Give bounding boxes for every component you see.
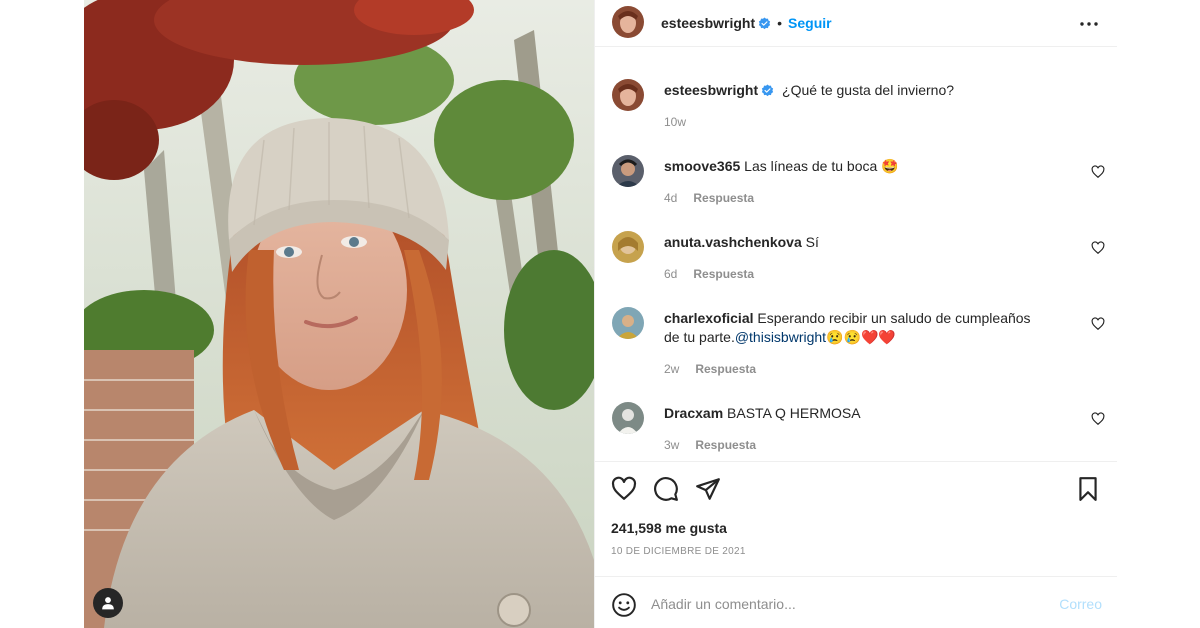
post-photo[interactable] <box>84 0 594 628</box>
caption-avatar[interactable] <box>612 79 644 111</box>
bookmark-icon[interactable] <box>1075 476 1101 502</box>
comment-like-heart-icon[interactable] <box>1091 165 1105 179</box>
comment-meta: 2w Respuesta <box>664 362 756 376</box>
verified-badge-icon <box>762 84 774 97</box>
comment-row: anuta.vashchenkova Sí 6d Respuesta <box>595 229 1117 289</box>
comments-list[interactable]: esteesbwright ¿Qué te gusta del invierno… <box>595 47 1117 461</box>
verified-badge-icon <box>759 17 771 29</box>
post-date: 10 DE DICIEMBRE DE 2021 <box>611 546 746 557</box>
post-image <box>84 0 594 628</box>
comment-mention[interactable]: @thisisbwright <box>735 329 826 345</box>
comment-like-heart-icon[interactable] <box>1091 241 1105 255</box>
reply-button[interactable]: Respuesta <box>693 267 754 281</box>
commenter-avatar[interactable] <box>612 231 644 263</box>
header-author: esteesbwright • Seguir <box>661 13 832 33</box>
comment-text: smoove365 Las líneas de tu boca 🤩 <box>664 157 1064 176</box>
reply-button[interactable]: Respuesta <box>693 191 754 205</box>
commenter-avatar[interactable] <box>612 155 644 187</box>
post-header: esteesbwright • Seguir <box>595 0 1117 47</box>
more-horizontal-icon <box>1080 22 1098 26</box>
comment-time: 4d <box>664 191 678 205</box>
comment-text: Dracxam BASTA Q HERMOSA <box>664 404 1064 423</box>
comment-time: 2w <box>664 362 680 376</box>
comment-time: 6d <box>664 267 678 281</box>
comment-meta: 4d Respuesta <box>664 191 754 205</box>
comment-bubble-icon[interactable] <box>653 476 679 502</box>
header-separator: • <box>777 15 783 31</box>
comment-row: smoove365 Las líneas de tu boca 🤩 4d Resp… <box>595 153 1117 213</box>
caption-time: 10w <box>664 115 687 129</box>
comment-body: BASTA Q HERMOSA <box>723 405 861 421</box>
comment-row: charlexoficial Esperando recibir un salu… <box>595 305 1117 385</box>
reply-button[interactable]: Respuesta <box>695 438 756 452</box>
comment-row: Dracxam BASTA Q HERMOSA 3w Respuesta <box>595 400 1117 460</box>
more-options-button[interactable] <box>1077 12 1101 36</box>
comment-text: charlexoficial Esperando recibir un salu… <box>664 309 1050 347</box>
comment-like-heart-icon[interactable] <box>1091 412 1105 426</box>
comment-body: Las líneas de tu boca 🤩 <box>740 158 899 174</box>
post-panel: esteesbwright • Seguir esteesbwright ¿Qu… <box>594 0 1117 628</box>
commenter-avatar[interactable] <box>612 402 644 434</box>
caption-meta: 10w <box>664 115 686 129</box>
paper-plane-icon[interactable] <box>695 476 721 502</box>
follow-button[interactable]: Seguir <box>788 15 832 31</box>
user-tag-button[interactable] <box>93 588 123 618</box>
heart-icon[interactable] <box>611 476 637 502</box>
add-comment-bar: Correo <box>595 578 1117 628</box>
post-comment-button[interactable]: Correo <box>1059 596 1102 612</box>
comment-input[interactable] <box>651 592 1041 616</box>
user-tag-icon <box>102 597 114 610</box>
caption-text: esteesbwright ¿Qué te gusta del invierno… <box>664 81 1064 100</box>
comment-username[interactable]: smoove365 <box>664 158 740 174</box>
likes-count[interactable]: 241,598 me gusta <box>611 520 727 536</box>
caption-row: esteesbwright ¿Qué te gusta del invierno… <box>595 77 1117 137</box>
post-actions: 241,598 me gusta 10 DE DICIEMBRE DE 2021 <box>595 461 1117 577</box>
comment-username[interactable]: Dracxam <box>664 405 723 421</box>
caption-body: ¿Qué te gusta del invierno? <box>782 82 955 98</box>
comment-meta: 3w Respuesta <box>664 438 756 452</box>
reply-button[interactable]: Respuesta <box>695 362 756 376</box>
commenter-avatar[interactable] <box>612 307 644 339</box>
author-username[interactable]: esteesbwright <box>661 15 755 31</box>
caption-username[interactable]: esteesbwright <box>664 82 758 98</box>
comment-username[interactable]: charlexoficial <box>664 310 754 326</box>
comment-username[interactable]: anuta.vashchenkova <box>664 234 802 250</box>
comment-time: 3w <box>664 438 680 452</box>
comment-emoji: 😢😢❤️❤️ <box>826 329 896 345</box>
comment-meta: 6d Respuesta <box>664 267 754 281</box>
comment-like-heart-icon[interactable] <box>1091 317 1105 331</box>
comment-text: anuta.vashchenkova Sí <box>664 233 1064 252</box>
author-avatar[interactable] <box>612 6 644 38</box>
smiley-icon[interactable] <box>611 592 637 618</box>
comment-body: Sí <box>801 234 819 250</box>
